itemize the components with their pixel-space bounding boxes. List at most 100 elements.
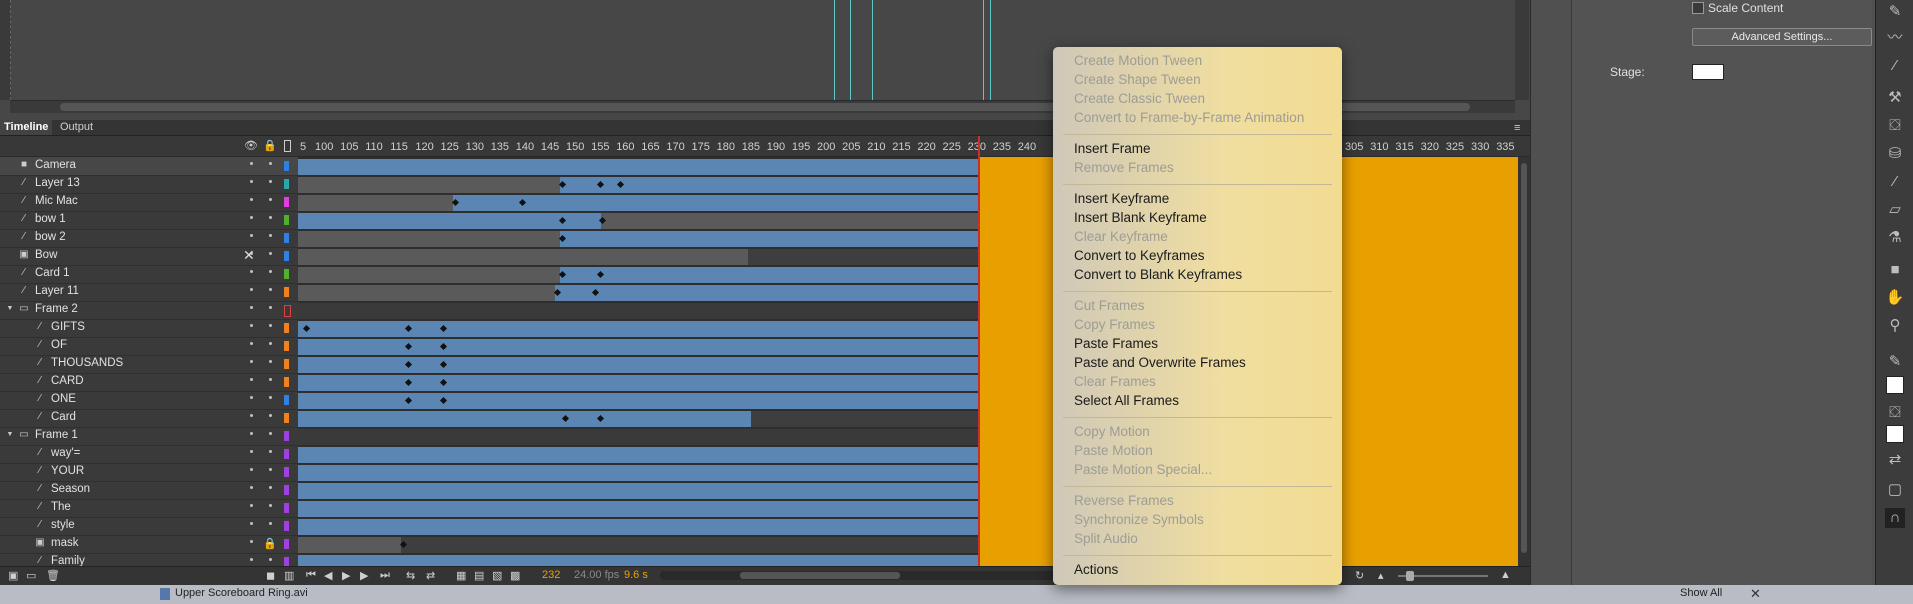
- lock-icon[interactable]: 🔒: [263, 537, 277, 550]
- layer-outline-color[interactable]: [284, 233, 289, 243]
- paint-bucket-icon[interactable]: ⛋: [1885, 116, 1905, 136]
- frame-span[interactable]: [560, 231, 978, 247]
- layer-name[interactable]: Layer 11: [35, 285, 79, 297]
- frame-span[interactable]: [298, 213, 601, 229]
- layer-name[interactable]: bow 2: [35, 231, 66, 243]
- fill-color-icon[interactable]: ⛋: [1885, 403, 1905, 423]
- layer-outline-color[interactable]: [284, 341, 289, 351]
- layer-name[interactable]: Frame 1: [35, 429, 78, 441]
- frame-span[interactable]: [298, 429, 978, 445]
- lock-toggle[interactable]: [269, 216, 272, 219]
- visibility-toggle[interactable]: [250, 234, 253, 237]
- layer-row[interactable]: ⁄ way'=: [0, 445, 298, 464]
- frame-zoom-slider[interactable]: [1398, 571, 1488, 581]
- frame-span[interactable]: [298, 393, 978, 409]
- frame-span[interactable]: [401, 537, 978, 553]
- menu-item-insert-keyframe[interactable]: Insert Keyframe: [1074, 191, 1169, 206]
- frame-span[interactable]: [298, 321, 978, 337]
- layer-name[interactable]: way'=: [51, 447, 80, 459]
- layer-outline-color[interactable]: [284, 539, 289, 549]
- visibility-toggle[interactable]: [250, 522, 253, 525]
- layer-outline-color[interactable]: [284, 431, 289, 441]
- layer-row[interactable]: ▼ ▭ Frame 2: [0, 301, 298, 320]
- layer-name[interactable]: Layer 13: [35, 177, 80, 189]
- lock-toggle[interactable]: [269, 342, 272, 345]
- lock-toggle[interactable]: [269, 270, 272, 273]
- menu-item-paste-frames[interactable]: Paste Frames: [1074, 336, 1158, 351]
- paint-brush-icon[interactable]: ⁄: [1885, 56, 1905, 76]
- playhead[interactable]: [978, 136, 980, 566]
- layer-name[interactable]: ONE: [51, 393, 76, 405]
- center-frame-icon[interactable]: ⇄: [426, 569, 435, 582]
- lock-toggle[interactable]: [269, 522, 272, 525]
- visibility-toggle[interactable]: [250, 396, 253, 399]
- lock-toggle[interactable]: [269, 468, 272, 471]
- edit-multiple-frames-icon[interactable]: ▧: [492, 569, 502, 582]
- go-to-first-frame-icon[interactable]: ⏮: [306, 569, 316, 582]
- advanced-settings-button[interactable]: Advanced Settings...: [1692, 28, 1872, 46]
- menu-item-actions[interactable]: Actions: [1074, 562, 1118, 577]
- snap-icon[interactable]: ▢: [1885, 480, 1905, 500]
- layer-row[interactable]: ⁄ Season: [0, 481, 298, 500]
- visibility-toggle[interactable]: [250, 432, 253, 435]
- layer-name[interactable]: Bow: [35, 249, 57, 261]
- layer-outline-color[interactable]: [284, 305, 291, 317]
- layer-row[interactable]: ■ Camera: [0, 157, 298, 176]
- eyedropper-icon[interactable]: ⁄: [1885, 172, 1905, 192]
- new-layer-icon[interactable]: ▣: [8, 569, 18, 582]
- zoom-out-icon[interactable]: ▴: [1378, 569, 1384, 582]
- layer-outline-color[interactable]: [284, 485, 289, 495]
- stage-vertical-scrollbar[interactable]: [1515, 0, 1529, 100]
- menu-item-insert-blank-keyframe[interactable]: Insert Blank Keyframe: [1074, 210, 1207, 225]
- pencil-icon[interactable]: ✎: [1885, 2, 1905, 22]
- visibility-toggle[interactable]: [250, 306, 253, 309]
- layer-name[interactable]: The: [51, 501, 71, 513]
- layer-row[interactable]: ⁄ Card 1: [0, 265, 298, 284]
- loop-icon[interactable]: ⇆: [406, 569, 415, 582]
- visibility-toggle[interactable]: [250, 378, 253, 381]
- lock-toggle[interactable]: [269, 324, 272, 327]
- layer-name[interactable]: CARD: [51, 375, 84, 387]
- lock-toggle[interactable]: [269, 288, 272, 291]
- lock-toggle[interactable]: [269, 162, 272, 165]
- document-name[interactable]: Upper Scoreboard Ring.avi: [175, 587, 308, 599]
- visibility-toggle[interactable]: [250, 468, 253, 471]
- zoom-slider-handle[interactable]: [1406, 571, 1414, 581]
- frame-span[interactable]: [298, 159, 978, 175]
- visibility-toggle[interactable]: [250, 540, 253, 543]
- fill-color-swatch[interactable]: [1886, 425, 1904, 443]
- layer-outline-color[interactable]: [284, 521, 289, 531]
- visibility-toggle[interactable]: [250, 414, 253, 417]
- frame-span[interactable]: [298, 249, 748, 265]
- visibility-toggle[interactable]: [250, 360, 253, 363]
- onion-skin-icon[interactable]: ▦: [456, 569, 466, 582]
- lock-toggle[interactable]: [269, 306, 272, 309]
- lock-toggle[interactable]: [269, 378, 272, 381]
- scrollbar-thumb[interactable]: [740, 572, 900, 579]
- panel-menu-icon[interactable]: ≡: [1514, 122, 1520, 134]
- frame-span[interactable]: [298, 231, 560, 247]
- frame-span[interactable]: [298, 375, 978, 391]
- brush-icon[interactable]: 〰: [1885, 28, 1905, 48]
- layer-outline-color[interactable]: [284, 413, 289, 423]
- visibility-toggle[interactable]: [250, 504, 253, 507]
- width-tool-icon[interactable]: ⚗: [1885, 228, 1905, 248]
- frame-span[interactable]: [298, 303, 978, 319]
- layer-row[interactable]: ⁄ bow 2: [0, 229, 298, 248]
- layer-name[interactable]: Mic Mac: [35, 195, 78, 207]
- layer-row[interactable]: ⁄ YOUR: [0, 463, 298, 482]
- visibility-toggle[interactable]: [250, 450, 253, 453]
- layer-outline-color[interactable]: [284, 323, 289, 333]
- scroll-to-playhead-icon[interactable]: ↻: [1355, 569, 1364, 582]
- step-forward-icon[interactable]: ▶: [360, 569, 368, 582]
- layer-row[interactable]: ▣ Bow ✕: [0, 247, 298, 266]
- bone-tool-icon[interactable]: ⚒: [1885, 88, 1905, 108]
- frame-span[interactable]: [555, 285, 978, 301]
- layer-row[interactable]: ⁄ Card: [0, 409, 298, 428]
- layer-row[interactable]: ⁄ CARD: [0, 373, 298, 392]
- layer-outline-color[interactable]: [284, 359, 289, 369]
- lock-toggle[interactable]: [269, 180, 272, 183]
- zoom-in-icon[interactable]: ▲: [1500, 569, 1511, 581]
- frame-span[interactable]: [298, 447, 978, 463]
- lock-toggle[interactable]: [269, 252, 272, 255]
